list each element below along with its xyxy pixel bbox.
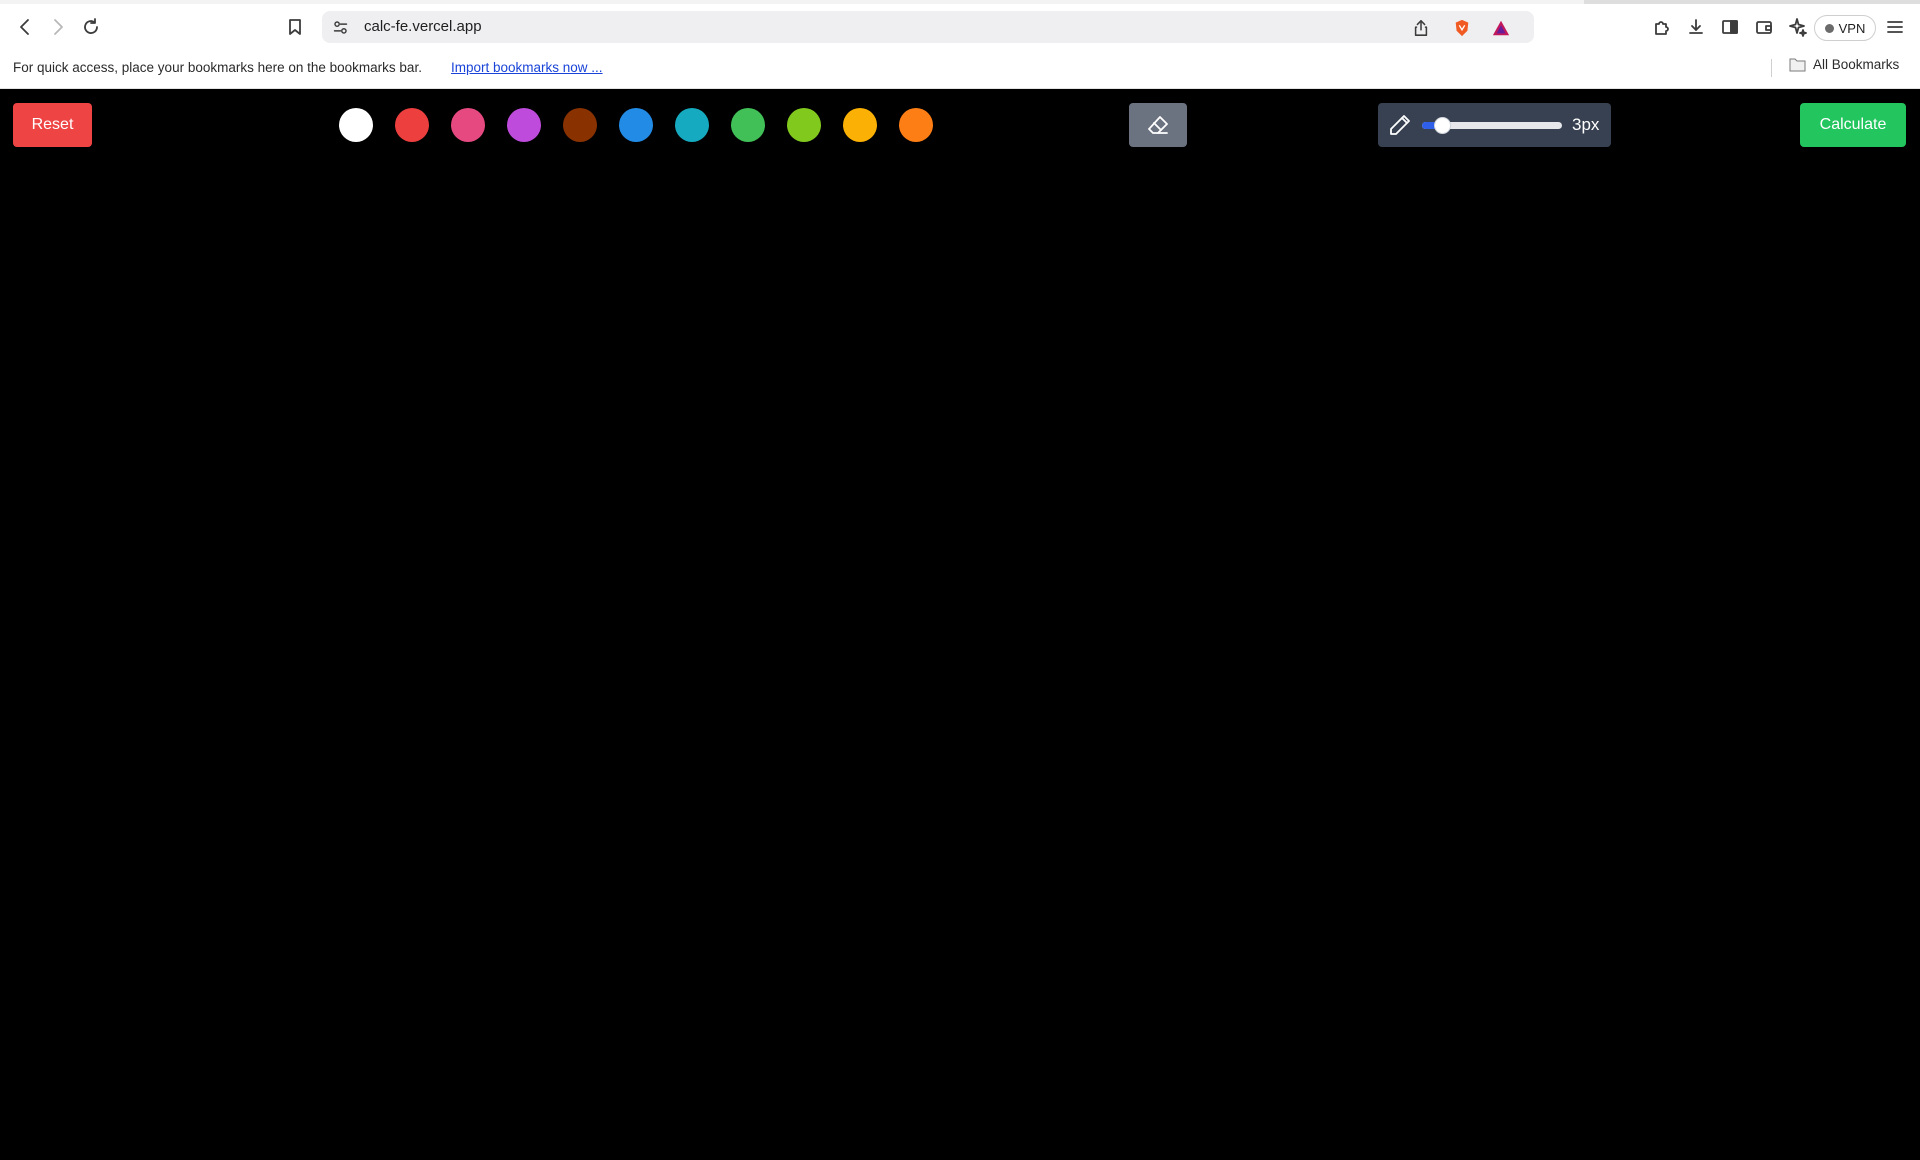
drawing-canvas[interactable] (0, 161, 1920, 1160)
bookmark-icon[interactable] (280, 12, 310, 42)
color-swatch[interactable] (451, 108, 485, 142)
color-swatch[interactable] (843, 108, 877, 142)
extensions-icon[interactable] (1647, 12, 1677, 42)
brush-size-value: 3px (1572, 115, 1600, 134)
brave-rewards-icon[interactable] (1489, 16, 1513, 40)
all-bookmarks-label: All Bookmarks (1813, 57, 1900, 72)
vpn-label: VPN (1838, 20, 1866, 36)
reset-button[interactable]: Reset (13, 103, 92, 147)
tab-strip (0, 0, 1920, 4)
vpn-status-icon (1824, 23, 1834, 33)
sidebar-icon[interactable] (1715, 12, 1745, 42)
folder-icon (1789, 58, 1806, 72)
url-text: calc-fe.vercel.app (364, 18, 482, 35)
address-bar[interactable]: calc-fe.vercel.app (322, 11, 1534, 43)
color-swatch[interactable] (731, 108, 765, 142)
wallet-icon[interactable] (1749, 12, 1779, 42)
browser-toolbar: calc-fe.vercel.app VPN (0, 6, 1920, 48)
slider-thumb[interactable] (1434, 117, 1452, 134)
color-swatch[interactable] (675, 108, 709, 142)
menu-icon[interactable] (1880, 12, 1910, 42)
browser-chrome: calc-fe.vercel.app VPN For quick access,… (0, 0, 1920, 89)
brave-shields-icon[interactable] (1450, 16, 1474, 40)
color-swatch[interactable] (395, 108, 429, 142)
downloads-icon[interactable] (1681, 12, 1711, 42)
color-swatch[interactable] (563, 108, 597, 142)
pencil-icon (1388, 113, 1412, 137)
color-swatch[interactable] (283, 108, 317, 142)
color-swatch[interactable] (507, 108, 541, 142)
reload-icon[interactable] (76, 12, 106, 42)
color-swatch[interactable] (787, 108, 821, 142)
share-icon[interactable] (1409, 16, 1433, 40)
site-settings-icon[interactable] (330, 17, 350, 37)
back-icon[interactable] (10, 12, 40, 42)
calculate-button[interactable]: Calculate (1800, 103, 1906, 147)
color-swatch[interactable] (619, 108, 653, 142)
bookmarks-hint: For quick access, place your bookmarks h… (13, 60, 422, 75)
eraser-button[interactable] (1129, 103, 1187, 147)
leo-ai-icon[interactable] (1783, 12, 1813, 42)
color-swatch[interactable] (899, 108, 933, 142)
forward-icon[interactable] (43, 12, 73, 42)
drawing-app: Reset 3px Calculate (0, 89, 1920, 1160)
brush-size-panel: 3px (1378, 103, 1611, 147)
import-bookmarks-link[interactable]: Import bookmarks now ... (451, 60, 603, 75)
bookmarks-divider (1771, 59, 1772, 77)
all-bookmarks-button[interactable]: All Bookmarks (1789, 57, 1899, 72)
brush-size-slider[interactable] (1422, 117, 1562, 134)
vpn-button[interactable]: VPN (1814, 15, 1876, 41)
color-swatch[interactable] (339, 108, 373, 142)
eraser-icon (1148, 116, 1168, 134)
bookmarks-bar: For quick access, place your bookmarks h… (0, 56, 1920, 80)
